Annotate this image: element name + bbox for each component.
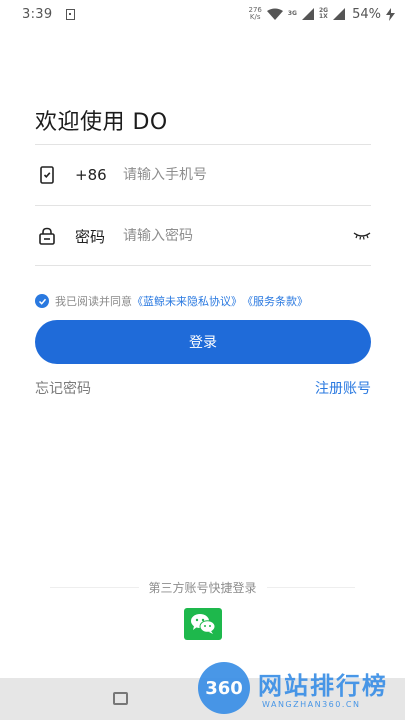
login-button[interactable]: 登录 — [35, 320, 371, 364]
signal-label-2g-bottom: 1X — [318, 13, 328, 20]
password-row: 密码 — [35, 206, 371, 266]
third-party-line-right — [266, 586, 356, 588]
forgot-password-link[interactable]: 忘记密码 — [35, 378, 91, 398]
status-right: 276 K/s 3G 2G 1X 54% — [249, 6, 395, 22]
overview-icon[interactable] — [113, 692, 128, 705]
watermark-subtitle: WANGZHAN360.CN — [262, 700, 361, 709]
divider-bottom — [35, 265, 371, 266]
checkbox-checked-icon[interactable] — [35, 294, 49, 308]
notification-doc-icon — [66, 8, 76, 20]
third-party-label: 第三方账号快捷登录 — [148, 580, 257, 595]
signal-icon — [301, 8, 314, 20]
wifi-icon — [266, 8, 283, 20]
network-speed: 276 K/s — [249, 7, 262, 21]
check-mark-icon — [38, 298, 46, 305]
agreement-row: 我已阅读并同意 《蓝鲸未来隐私协议》 《服务条款》 — [35, 293, 308, 309]
status-time: 3:39 — [22, 6, 53, 22]
third-party-line-left — [50, 586, 139, 588]
wechat-icon — [191, 614, 216, 634]
speed-unit: K/s — [249, 13, 261, 21]
password-input[interactable] — [123, 228, 323, 244]
page-title: 欢迎使用 DO — [35, 110, 168, 135]
country-code[interactable]: +86 — [75, 166, 107, 184]
third-party-section: 第三方账号快捷登录 — [50, 578, 356, 596]
watermark-title: 网站排行榜 — [258, 672, 388, 700]
watermark: 360 网站排行榜 WANGZHAN360.CN — [190, 658, 405, 720]
lock-icon — [39, 227, 55, 245]
terms-of-service-link[interactable]: 《服务条款》 — [242, 293, 308, 309]
phone-row: +86 — [35, 145, 371, 205]
eye-closed-icon[interactable] — [353, 231, 371, 241]
watermark-badge: 360 — [198, 662, 250, 714]
password-label: 密码 — [75, 227, 106, 246]
signal-label-3g: 3G — [287, 10, 297, 17]
phone-icon — [40, 166, 54, 184]
phone-input[interactable] — [123, 167, 323, 183]
agreement-text: 我已阅读并同意 — [55, 295, 132, 308]
status-bar: 3:39 276 K/s 3G 2G 1X 54% — [0, 0, 405, 28]
register-link[interactable]: 注册账号 — [315, 378, 371, 398]
charging-bolt-icon — [386, 7, 395, 21]
signal-label-2g: 2G 1X — [319, 8, 328, 20]
privacy-policy-link[interactable]: 《蓝鲸未来隐私协议》 — [132, 293, 242, 309]
signal-icon-2 — [333, 8, 346, 20]
battery-percent: 54% — [352, 6, 381, 22]
wechat-login-button[interactable] — [184, 608, 222, 640]
